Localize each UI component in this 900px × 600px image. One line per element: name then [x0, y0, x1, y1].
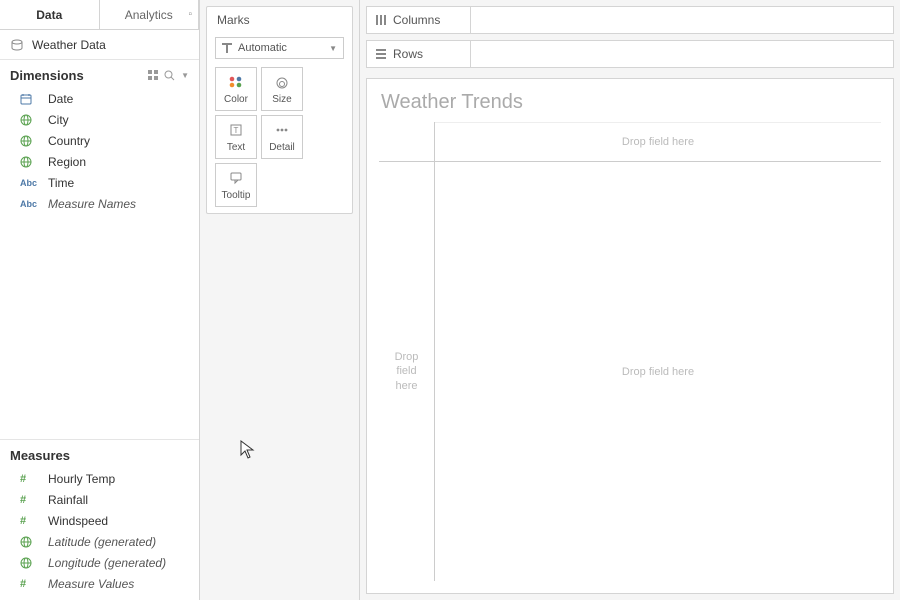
sheet-title[interactable]: Weather Trends — [367, 79, 893, 122]
measure-field-windspeed[interactable]: # Windspeed — [0, 510, 199, 531]
columns-shelf-drop[interactable] — [471, 7, 893, 33]
tooltip-icon — [229, 170, 243, 186]
chevron-down-icon[interactable]: ▼ — [181, 71, 189, 80]
globe-icon — [20, 536, 38, 548]
dimension-field-country[interactable]: Country — [0, 130, 199, 151]
text-icon: T — [229, 122, 243, 138]
field-label: Date — [48, 92, 73, 106]
mark-button-label: Color — [224, 94, 248, 105]
hash-icon: # — [20, 515, 38, 527]
view-grid-icon[interactable] — [148, 70, 158, 80]
columns-shelf-label: Columns — [393, 13, 440, 27]
field-label: Measure Values — [48, 577, 134, 591]
chevron-down-icon: ▼ — [329, 44, 337, 53]
drop-columns-header[interactable]: Drop field here — [435, 122, 881, 162]
field-label: Hourly Temp — [48, 472, 115, 486]
measure-field-latitude-generated-[interactable]: Latitude (generated) — [0, 531, 199, 552]
viz-canvas[interactable]: Weather Trends Drop field here Dropfield… — [366, 78, 894, 594]
field-label: Time — [48, 176, 74, 190]
mark-button-label: Size — [272, 94, 291, 105]
mark-text-button[interactable]: T Text — [215, 115, 257, 159]
color-icon — [228, 74, 244, 90]
rows-shelf-drop[interactable] — [471, 41, 893, 67]
dimension-field-region[interactable]: Region — [0, 151, 199, 172]
measure-field-hourly-temp[interactable]: # Hourly Temp — [0, 468, 199, 489]
rows-icon — [375, 48, 387, 60]
drop-hint-main: Drop field here — [622, 366, 694, 378]
measures-header-label: Measures — [10, 448, 70, 463]
tab-analytics-label: Analytics — [125, 8, 173, 22]
dimension-field-time[interactable]: Abc Time — [0, 172, 199, 193]
field-label: City — [48, 113, 69, 127]
columns-shelf[interactable]: Columns — [366, 6, 894, 34]
text-mark-icon — [222, 43, 232, 53]
abc-icon: Abc — [20, 178, 38, 188]
dimension-field-measure-names[interactable]: Abc Measure Names — [0, 193, 199, 214]
field-label: Rainfall — [48, 493, 88, 507]
globe-icon — [20, 135, 38, 147]
search-icon[interactable] — [164, 70, 175, 81]
field-label: Longitude (generated) — [48, 556, 166, 570]
measure-field-measure-values[interactable]: # Measure Values — [0, 573, 199, 594]
drop-rows-header[interactable]: Dropfieldhere — [379, 162, 435, 581]
field-label: Windspeed — [48, 514, 108, 528]
dimensions-list: Date City Country Region Abc Time Abc Measure N… — [0, 88, 199, 220]
field-label: Country — [48, 134, 90, 148]
worksheet-area: Columns Rows Weather Trends Drop field h… — [360, 0, 900, 600]
dimensions-header-label: Dimensions — [10, 68, 84, 83]
hash-icon: # — [20, 578, 38, 590]
hash-icon: # — [20, 473, 38, 485]
rows-shelf-label: Rows — [393, 47, 423, 61]
field-label: Region — [48, 155, 86, 169]
measures-header: Measures — [0, 440, 199, 468]
tab-menu-icon: ▫ — [188, 9, 192, 20]
dimension-field-city[interactable]: City — [0, 109, 199, 130]
mark-button-label: Text — [227, 142, 245, 153]
data-pane: Data Analytics ▫ Weather Data Dimensions… — [0, 0, 200, 600]
measures-list: # Hourly Temp # Rainfall # Windspeed Latitude … — [0, 468, 199, 600]
abc-icon: Abc — [20, 199, 38, 209]
globe-icon — [20, 114, 38, 126]
mark-detail-button[interactable]: Detail — [261, 115, 303, 159]
dimensions-header: Dimensions ▼ — [0, 60, 199, 88]
viz-dropzone-grid: Drop field here Dropfieldhere Drop field… — [379, 122, 881, 581]
field-label: Latitude (generated) — [48, 535, 156, 549]
measure-field-longitude-generated-[interactable]: Longitude (generated) — [0, 552, 199, 573]
measure-field-rainfall[interactable]: # Rainfall — [0, 489, 199, 510]
field-label: Measure Names — [48, 197, 136, 211]
size-icon — [274, 74, 290, 90]
side-tabs: Data Analytics ▫ — [0, 0, 199, 30]
dimension-field-date[interactable]: Date — [0, 88, 199, 109]
marks-card: Marks Automatic ▼ Color Size T Text Detail To… — [206, 6, 353, 214]
drop-hint-left: Dropfieldhere — [395, 350, 419, 393]
tab-data-label: Data — [36, 8, 62, 22]
mark-color-button[interactable]: Color — [215, 67, 257, 111]
mark-size-button[interactable]: Size — [261, 67, 303, 111]
mark-buttons: Color Size T Text Detail Tooltip — [207, 67, 352, 207]
svg-text:T: T — [234, 126, 239, 135]
calendar-icon — [20, 93, 38, 105]
datasource-row[interactable]: Weather Data — [0, 30, 199, 60]
hash-icon: # — [20, 494, 38, 506]
globe-icon — [20, 156, 38, 168]
columns-icon — [375, 14, 387, 26]
tab-data[interactable]: Data — [0, 0, 100, 29]
tab-analytics[interactable]: Analytics ▫ — [100, 0, 200, 29]
datasource-icon — [10, 38, 24, 52]
mark-type-label: Automatic — [238, 42, 287, 54]
mark-button-label: Tooltip — [222, 190, 251, 201]
cards-column: Marks Automatic ▼ Color Size T Text Detail To… — [200, 0, 360, 600]
grid-corner — [379, 122, 435, 162]
detail-icon — [275, 122, 289, 138]
marks-card-title: Marks — [207, 7, 352, 33]
drop-hint-top: Drop field here — [622, 136, 694, 148]
mark-type-dropdown[interactable]: Automatic ▼ — [215, 37, 344, 59]
mark-tooltip-button[interactable]: Tooltip — [215, 163, 257, 207]
datasource-name: Weather Data — [32, 38, 106, 52]
drop-main-area[interactable]: Drop field here — [435, 162, 881, 581]
globe-icon — [20, 557, 38, 569]
rows-shelf[interactable]: Rows — [366, 40, 894, 68]
mark-button-label: Detail — [269, 142, 295, 153]
